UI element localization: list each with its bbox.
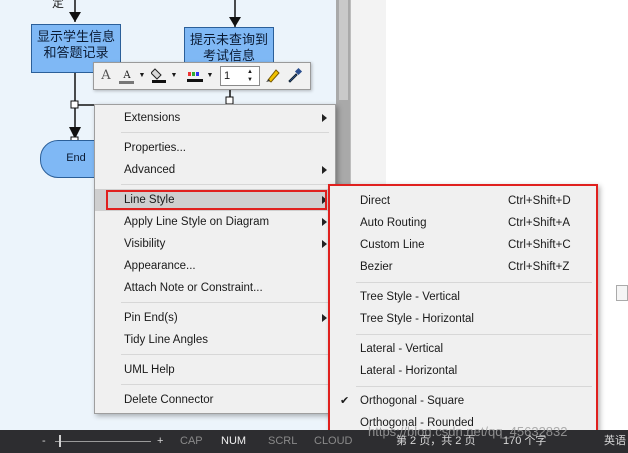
- menu-item-uml-help[interactable]: UML Help: [95, 359, 335, 381]
- menu-item-label: Properties...: [124, 142, 186, 154]
- submenu-item-shortcut: Ctrl+Shift+C: [508, 239, 571, 251]
- submenu-item-label: Lateral - Horizontal: [360, 365, 458, 377]
- menu-separator: [121, 384, 329, 385]
- submenu-arrow-icon: [322, 114, 327, 122]
- submenu-item-auto-routing[interactable]: Auto Routing Ctrl+Shift+A: [330, 212, 596, 234]
- line-style-highlight-box: [106, 190, 327, 210]
- menu-separator: [121, 184, 329, 185]
- menu-item-label: Apply Line Style on Diagram: [124, 216, 270, 228]
- menu-item-apply-line-style[interactable]: Apply Line Style on Diagram: [95, 211, 335, 233]
- submenu-item-label: Direct: [360, 195, 391, 207]
- node-text-line: 考试信息: [202, 49, 255, 63]
- menu-item-label: Visibility: [124, 238, 166, 250]
- submenu-item-label: Auto Routing: [360, 217, 427, 229]
- submenu-item-tree-vertical[interactable]: Tree Style - Vertical: [330, 286, 596, 308]
- submenu-item-bezier[interactable]: Bezier Ctrl+Shift+Z: [330, 256, 596, 278]
- font-icon[interactable]: A: [98, 67, 114, 85]
- menu-item-label: Attach Note or Constraint...: [124, 282, 263, 294]
- node-text-line: 显示学生信息: [36, 30, 115, 45]
- menu-separator: [356, 334, 592, 335]
- document-marker-icon: [616, 285, 628, 301]
- submenu-item-label: Custom Line: [360, 239, 425, 251]
- paint-brush-icon[interactable]: [264, 67, 282, 85]
- checkmark-icon: ✔: [340, 395, 350, 407]
- menu-item-visibility[interactable]: Visibility: [95, 233, 335, 255]
- menu-item-label: Delete Connector: [124, 394, 214, 406]
- submenu-item-label: Bezier: [360, 261, 393, 273]
- menu-item-pin-ends[interactable]: Pin End(s): [95, 307, 335, 329]
- line-style-submenu: Direct Ctrl+Shift+D Auto Routing Ctrl+Shif…: [328, 184, 598, 435]
- line-width-value: 1: [224, 70, 231, 82]
- diagram-node-no-exam-info[interactable]: 提示未查询到 考试信息: [184, 27, 274, 63]
- cap-indicator: CAP: [180, 435, 203, 447]
- submenu-item-direct[interactable]: Direct Ctrl+Shift+D: [330, 190, 596, 212]
- line-color-icon[interactable]: [186, 67, 204, 85]
- chevron-down-icon[interactable]: ▼: [206, 67, 214, 85]
- submenu-item-shortcut: Ctrl+Shift+A: [508, 217, 570, 229]
- submenu-item-label: Tree Style - Horizontal: [360, 313, 474, 325]
- submenu-arrow-icon: [322, 240, 327, 248]
- menu-item-advanced[interactable]: Advanced: [95, 159, 335, 181]
- submenu-item-lateral-horizontal[interactable]: Lateral - Horizontal: [330, 360, 596, 382]
- zoom-out-button[interactable]: -: [42, 430, 46, 453]
- submenu-item-orthogonal-square[interactable]: ✔ Orthogonal - Square: [330, 390, 596, 412]
- submenu-arrow-icon: [322, 314, 327, 322]
- menu-item-extensions[interactable]: Extensions: [95, 107, 335, 129]
- menu-separator: [121, 354, 329, 355]
- menu-item-label: Pin End(s): [124, 312, 178, 324]
- watermark-text: https://blog.csdn.net/qq_45632832: [368, 424, 568, 439]
- submenu-arrow-icon: [322, 166, 327, 174]
- mini-format-toolbar: A A ▼ ▼ ▼ 1 ▲ ▼: [93, 62, 311, 90]
- node-text-line: 和答题记录: [43, 46, 109, 61]
- line-width-spinner[interactable]: 1 ▲ ▼: [220, 66, 260, 86]
- num-indicator: NUM: [221, 435, 247, 447]
- language-indicator[interactable]: 英语: [604, 430, 626, 453]
- chevron-down-icon[interactable]: ▼: [170, 67, 178, 85]
- menu-item-label: Tidy Line Angles: [124, 334, 208, 346]
- menu-separator: [121, 302, 329, 303]
- menu-item-appearance[interactable]: Appearance...: [95, 255, 335, 277]
- menu-item-label: Advanced: [124, 164, 176, 176]
- zoom-in-button[interactable]: +: [157, 430, 163, 453]
- submenu-item-label: Lateral - Vertical: [360, 343, 444, 355]
- submenu-item-shortcut: Ctrl+Shift+Z: [508, 261, 570, 273]
- menu-item-label: Extensions: [124, 112, 181, 124]
- node-text-line: 提示未查询到: [189, 33, 268, 48]
- scrollbar-thumb[interactable]: [339, 0, 348, 100]
- node-fragment-text: 定: [52, 0, 65, 10]
- spinner-up-icon[interactable]: ▲: [247, 68, 253, 76]
- menu-item-label: Appearance...: [124, 260, 196, 272]
- menu-item-label: UML Help: [124, 364, 175, 376]
- zoom-slider-track[interactable]: [55, 441, 151, 442]
- submenu-item-label: Orthogonal - Square: [360, 395, 465, 407]
- menu-item-properties[interactable]: Properties...: [95, 137, 335, 159]
- cloud-indicator: CLOUD: [314, 435, 353, 447]
- zoom-slider-thumb[interactable]: [59, 435, 61, 447]
- spinner-down-icon[interactable]: ▼: [247, 76, 253, 84]
- menu-item-delete-connector[interactable]: Delete Connector: [95, 389, 335, 411]
- submenu-item-tree-horizontal[interactable]: Tree Style - Horizontal: [330, 308, 596, 330]
- submenu-arrow-icon: [322, 218, 327, 226]
- menu-separator: [356, 282, 592, 283]
- eyedropper-icon[interactable]: [286, 67, 304, 85]
- chevron-down-icon[interactable]: ▼: [138, 67, 146, 85]
- fill-color-icon[interactable]: [150, 67, 168, 85]
- font-color-icon[interactable]: A: [118, 67, 136, 85]
- menu-item-tidy-line-angles[interactable]: Tidy Line Angles: [95, 329, 335, 351]
- menu-separator: [356, 386, 592, 387]
- submenu-item-lateral-vertical[interactable]: Lateral - Vertical: [330, 338, 596, 360]
- scrl-indicator: SCRL: [268, 435, 298, 447]
- submenu-item-shortcut: Ctrl+Shift+D: [508, 195, 571, 207]
- connector-context-menu: Extensions Properties... Advanced Line S…: [94, 104, 336, 414]
- submenu-item-label: Tree Style - Vertical: [360, 291, 460, 303]
- menu-separator: [121, 132, 329, 133]
- menu-item-attach-note[interactable]: Attach Note or Constraint...: [95, 277, 335, 299]
- submenu-item-custom-line[interactable]: Custom Line Ctrl+Shift+C: [330, 234, 596, 256]
